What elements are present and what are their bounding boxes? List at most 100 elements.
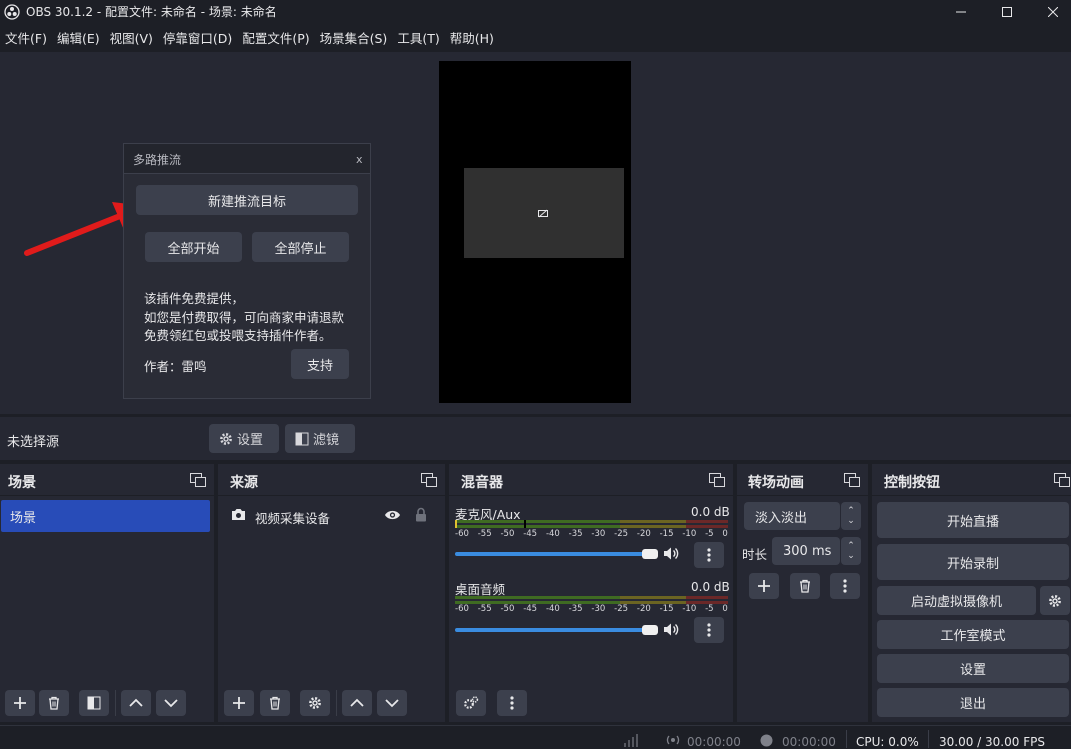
meter-ticks: -60 -55 -50 -45 -40 -35 -30 -25 -20 -15 -10 -5 0 <box>455 529 728 539</box>
divider <box>336 690 337 716</box>
more-vertical-icon <box>707 548 711 562</box>
add-scene-button[interactable] <box>5 690 35 716</box>
menu-file[interactable]: 文件(F) <box>0 28 52 50</box>
mixer-channel-menu-button[interactable] <box>694 617 724 643</box>
plus-icon <box>14 697 26 709</box>
minimize-button[interactable] <box>938 0 984 24</box>
lock-icon[interactable] <box>415 507 427 522</box>
new-target-button[interactable]: 新建推流目标 <box>136 185 358 215</box>
menu-docks[interactable]: 停靠窗口(D) <box>158 28 237 50</box>
transition-properties-button[interactable] <box>830 573 860 599</box>
move-scene-down-button[interactable] <box>156 690 186 716</box>
dock-header: 转场动画 <box>737 464 868 496</box>
studio-mode-button[interactable]: 工作室模式 <box>877 620 1069 649</box>
gear-icon <box>309 697 321 709</box>
transition-select[interactable]: 淡入淡出 <box>744 502 840 530</box>
eye-icon[interactable] <box>384 509 401 521</box>
divider <box>928 730 929 748</box>
undock-icon[interactable] <box>1054 473 1070 487</box>
info-text: 免费领红包或投喂支持插件作者。 <box>144 328 332 343</box>
more-vertical-icon <box>707 623 711 637</box>
menu-view[interactable]: 视图(V) <box>105 28 158 50</box>
chevron-up-icon: ⌃ <box>847 506 855 516</box>
broadcast-icon <box>666 735 680 745</box>
move-scene-up-button[interactable] <box>121 690 151 716</box>
dock-header: 多路推流 x <box>124 144 370 174</box>
remove-scene-button[interactable] <box>39 690 69 716</box>
undock-icon[interactable] <box>709 473 725 487</box>
source-properties-button[interactable] <box>300 690 330 716</box>
more-vertical-icon <box>510 696 514 710</box>
support-button[interactable]: 支持 <box>291 349 349 379</box>
audio-meter <box>455 596 728 604</box>
plus-icon <box>233 697 245 709</box>
scene-item[interactable]: 场景 <box>1 500 210 532</box>
add-source-button[interactable] <box>224 690 254 716</box>
virtual-camera-settings-button[interactable] <box>1040 586 1070 615</box>
more-vertical-icon <box>843 579 847 593</box>
start-virtual-camera-button[interactable]: 启动虚拟摄像机 <box>877 586 1036 615</box>
stop-all-button[interactable]: 全部停止 <box>252 232 349 262</box>
menu-scene-collection[interactable]: 场景集合(S) <box>315 28 393 50</box>
sources-title: 来源 <box>230 475 258 491</box>
menu-bar: 文件(F) 编辑(E) 视图(V) 停靠窗口(D) 配置文件(P) 场景集合(S… <box>0 28 499 50</box>
close-icon[interactable]: x <box>356 153 363 166</box>
info-text: 该插件免费提供， <box>144 291 245 306</box>
source-filters-button[interactable]: 滤镜 <box>285 424 355 453</box>
camera-icon <box>232 509 245 520</box>
chevron-up-icon <box>350 698 364 707</box>
start-all-button[interactable]: 全部开始 <box>145 232 242 262</box>
transitions-title: 转场动画 <box>748 475 804 491</box>
source-item-label: 视频采集设备 <box>255 511 331 526</box>
volume-slider-handle[interactable] <box>642 549 658 559</box>
status-bar: 00:00:00 00:00:00 CPU: 0.0% 30.00 / 30.0… <box>0 725 1071 749</box>
cpu-usage: CPU: 0.0% <box>856 735 919 749</box>
close-icon <box>1048 7 1058 17</box>
duration-input[interactable]: 300 ms <box>772 537 840 565</box>
dock-title: 多路推流 <box>133 153 182 167</box>
maximize-button[interactable] <box>984 0 1030 24</box>
volume-slider-handle[interactable] <box>642 625 658 635</box>
remove-transition-button[interactable] <box>790 573 820 599</box>
undock-icon[interactable] <box>421 473 437 487</box>
undock-icon[interactable] <box>190 473 206 487</box>
chevron-down-icon: ⌄ <box>847 551 855 561</box>
undock-icon[interactable] <box>844 473 860 487</box>
fps-readout: 30.00 / 30.00 FPS <box>939 735 1045 749</box>
info-text: 如您是付费取得，可向商家申请退款 <box>144 310 345 325</box>
duration-stepper[interactable]: ⌃ ⌄ <box>841 537 861 565</box>
audio-settings-button[interactable] <box>456 690 486 716</box>
audio-meter <box>455 520 728 528</box>
menu-help[interactable]: 帮助(H) <box>445 28 499 50</box>
scene-item-label: 场景 <box>10 511 37 526</box>
settings-button[interactable]: 设置 <box>877 654 1069 683</box>
menu-profile[interactable]: 配置文件(P) <box>237 28 314 50</box>
move-source-up-button[interactable] <box>342 690 372 716</box>
add-transition-button[interactable] <box>749 573 779 599</box>
mixer-channel-menu-button[interactable] <box>694 542 724 568</box>
volume-slider[interactable] <box>455 628 658 632</box>
chevron-down-icon: ⌄ <box>847 516 855 526</box>
source-toolbar <box>0 417 1071 460</box>
menu-edit[interactable]: 编辑(E) <box>52 28 105 50</box>
scene-filter-button[interactable] <box>79 690 109 716</box>
mixer-channel-db: 0.0 dB <box>691 580 730 594</box>
exit-button[interactable]: 退出 <box>877 688 1069 717</box>
speaker-icon[interactable] <box>663 546 679 561</box>
start-recording-button[interactable]: 开始录制 <box>877 544 1069 580</box>
menu-tools[interactable]: 工具(T) <box>392 28 444 50</box>
start-streaming-button[interactable]: 开始直播 <box>877 502 1069 538</box>
close-button[interactable] <box>1030 0 1071 24</box>
mixer-menu-button[interactable] <box>497 690 527 716</box>
no-source-label: 未选择源 <box>7 435 60 450</box>
move-source-down-button[interactable] <box>377 690 407 716</box>
volume-slider[interactable] <box>455 552 658 556</box>
transition-select-arrows[interactable]: ⌃ ⌄ <box>841 502 861 530</box>
meter-ticks: -60 -55 -50 -45 -40 -35 -30 -25 -20 -15 -10 -5 0 <box>455 604 728 614</box>
window-title: OBS 30.1.2 - 配置文件: 未命名 - 场景: 未命名 <box>26 5 277 19</box>
speaker-icon[interactable] <box>663 622 679 637</box>
source-settings-button[interactable]: 设置 <box>209 424 279 453</box>
divider <box>846 730 847 748</box>
chevron-down-icon <box>164 699 178 708</box>
remove-source-button[interactable] <box>260 690 290 716</box>
